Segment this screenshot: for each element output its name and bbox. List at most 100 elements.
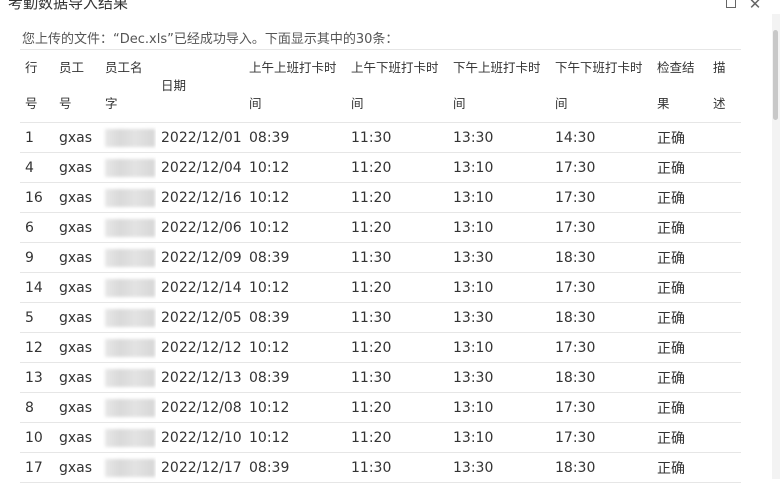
table-cell: 11:30 [346, 362, 448, 393]
table-cell: 08:39 [244, 242, 346, 273]
table-cell: 13:10 [448, 212, 550, 243]
table-cell [100, 392, 156, 423]
table-cell: 08:39 [244, 302, 346, 333]
column-header-text: 检查结 [657, 60, 695, 75]
table-cell: 11:30 [346, 302, 448, 333]
table-cell: gxas [54, 272, 100, 303]
redacted-name [105, 218, 155, 237]
table-cell: 18:30 [550, 362, 652, 393]
table-cell: gxas [54, 242, 100, 273]
table-cell: 13:10 [448, 182, 550, 213]
table-cell: 14 [20, 272, 54, 303]
column-header: 上午下班打卡时间 [346, 50, 448, 123]
column-header-text: 下午上班打卡时 [453, 60, 541, 75]
table-cell: 2022/12/13 [156, 362, 244, 393]
table-cell: 17:30 [550, 392, 652, 423]
column-header-text: 上午下班打卡时 [351, 60, 439, 75]
redacted-name [105, 428, 155, 447]
table-cell: 13:30 [448, 302, 550, 333]
table-row: 17 gxas 2022/12/17 08:39 11:30 13:30 18:30 正确 [20, 452, 741, 483]
table-cell: gxas [54, 302, 100, 333]
table-cell: 2022/12/14 [156, 272, 244, 303]
table-cell: 4 [20, 152, 54, 183]
table-cell: 13:10 [448, 152, 550, 183]
table-cell: 正确 [652, 332, 708, 363]
table-cell: gxas [54, 422, 100, 453]
table-cell: 17:30 [550, 332, 652, 363]
table-cell: 10:12 [244, 392, 346, 423]
maximize-icon [726, 0, 736, 8]
table-cell: 13:30 [448, 242, 550, 273]
table-cell: 正确 [652, 392, 708, 423]
table-cell: 1 [20, 122, 54, 153]
column-header-text: 员工 [59, 60, 85, 75]
column-header: 检查结果 [652, 50, 708, 123]
table-cell: 14:30 [550, 122, 652, 153]
table-cell: 18:30 [550, 242, 652, 273]
close-button[interactable]: ✕ [748, 0, 762, 13]
vertical-scrollbar[interactable] [772, 14, 780, 479]
column-header-text: 上午上班打卡时 [249, 60, 337, 75]
table-cell: 11:20 [346, 182, 448, 213]
table-cell: 10:12 [244, 212, 346, 243]
column-header-text: 述 [713, 96, 726, 111]
table-cell: 13:30 [448, 362, 550, 393]
table-cell: 正确 [652, 302, 708, 333]
table-cell: 正确 [652, 212, 708, 243]
column-header-text: 间 [249, 96, 262, 111]
table-cell: 13:30 [448, 452, 550, 483]
table-cell: 17:30 [550, 182, 652, 213]
table-cell: 13:10 [448, 422, 550, 453]
close-icon: ✕ [748, 0, 762, 13]
table-cell: gxas [54, 182, 100, 213]
table-cell: 2022/12/17 [156, 452, 244, 483]
table-row: 1 gxas 2022/12/01 08:39 11:30 13:30 14:30 正确 [20, 122, 741, 153]
table-header-row: 行号员工号员工名字日期 上午上班打卡时间上午下班打卡时间下午上班打卡时间下午下班打… [20, 50, 741, 123]
table-cell: 11:30 [346, 242, 448, 273]
table-cell [100, 362, 156, 393]
scrollbar-thumb[interactable] [773, 30, 778, 120]
table-cell: 11:20 [346, 212, 448, 243]
redacted-name [105, 458, 155, 477]
table-cell [100, 452, 156, 483]
table-cell: 正确 [652, 152, 708, 183]
maximize-button[interactable] [724, 0, 738, 11]
table-cell: 08:39 [244, 452, 346, 483]
table-cell [708, 302, 741, 333]
column-header: 下午上班打卡时间 [448, 50, 550, 123]
column-header: 下午下班打卡时间 [550, 50, 652, 123]
table-cell: gxas [54, 362, 100, 393]
table-cell: 2022/12/05 [156, 302, 244, 333]
redacted-name [105, 188, 155, 207]
table-cell [100, 242, 156, 273]
table-cell: 6 [20, 212, 54, 243]
table-cell: 11:20 [346, 332, 448, 363]
redacted-name [105, 128, 155, 147]
table-cell: 17:30 [550, 272, 652, 303]
table-cell: 10:12 [244, 152, 346, 183]
table-cell [100, 272, 156, 303]
table-cell [708, 422, 741, 453]
table-cell: 正确 [652, 242, 708, 273]
import-info-text: 您上传的文件：“Dec.xls”已经成功导入。下面显示其中的30条： [22, 32, 399, 47]
window-title: 考勤数据导入结果 [8, 0, 129, 12]
column-header-text: 间 [555, 96, 568, 111]
table-cell: 11:20 [346, 272, 448, 303]
table-cell: 11:20 [346, 152, 448, 183]
table-cell: gxas [54, 332, 100, 363]
table-cell [100, 122, 156, 153]
table-cell: 18:30 [550, 452, 652, 483]
table-row: 14 gxas 2022/12/14 10:12 11:20 13:10 17:30 正确 [20, 272, 741, 303]
table-cell [708, 272, 741, 303]
table-cell: 2022/12/12 [156, 332, 244, 363]
table-cell: 10:12 [244, 422, 346, 453]
column-header-text: 间 [453, 96, 466, 111]
table-cell [100, 182, 156, 213]
table-cell [708, 152, 741, 183]
table-row: 4 gxas 2022/12/04 10:12 11:20 13:10 17:30 正确 [20, 152, 741, 183]
column-header-text: 号 [59, 96, 72, 111]
table-cell: 12 [20, 332, 54, 363]
title-bar: 考勤数据导入结果 ✕ [0, 0, 780, 14]
table-cell [708, 122, 741, 153]
table-cell: 2022/12/08 [156, 392, 244, 423]
